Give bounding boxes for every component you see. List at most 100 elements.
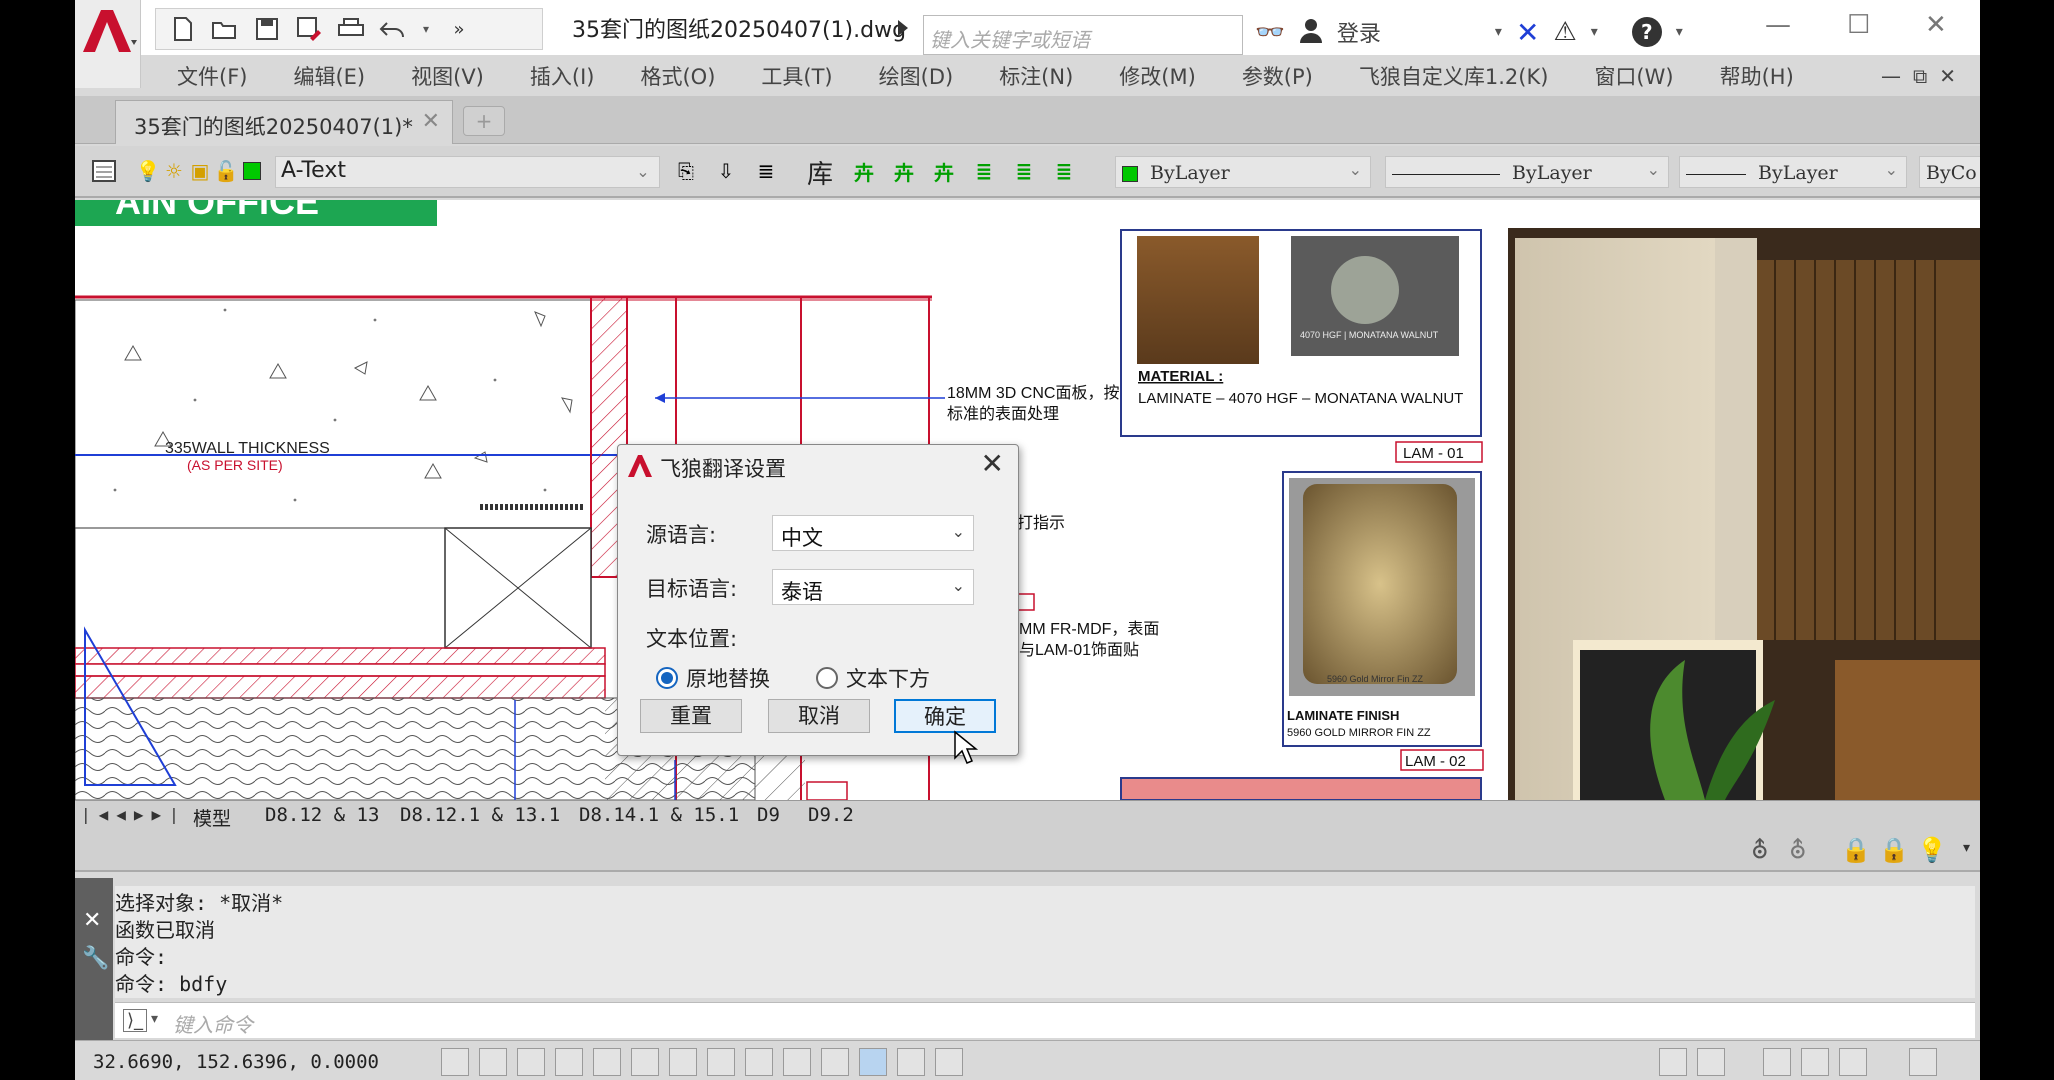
layer-previous-icon[interactable]: ≣ <box>753 158 779 184</box>
clean-screen-icon[interactable] <box>1909 1048 1937 1076</box>
ok-button[interactable]: 确定 <box>894 699 996 733</box>
save-icon[interactable] <box>252 14 282 44</box>
document-tab[interactable]: 35套门的图纸20250407(1)* ✕ <box>115 100 453 144</box>
object-snap-tracking-icon[interactable] <box>707 1048 735 1076</box>
app-menu-button[interactable] <box>75 0 141 88</box>
search-input[interactable]: 键入关键字或短语 <box>923 15 1243 55</box>
layout-tab-d9[interactable]: D9 <box>757 804 780 826</box>
customize-wrench-icon[interactable]: 🔧 <box>82 946 109 971</box>
object-snap-icon[interactable] <box>631 1048 659 1076</box>
binoculars-icon[interactable]: 👓 <box>1255 18 1285 46</box>
layout-tab-d8-12[interactable]: D8.12 & 13 <box>265 804 379 826</box>
minimize-icon[interactable]: — <box>1765 10 1791 40</box>
source-language-select[interactable]: 中文 ⌄ <box>772 515 974 551</box>
layout-tab-d8-12-1[interactable]: D8.12.1 & 13.1 <box>400 804 560 826</box>
text-tool-6-icon[interactable]: ≣ <box>1051 158 1077 184</box>
hardware-accel-bulb-icon[interactable]: 💡 <box>1917 836 1947 864</box>
help-icon[interactable]: ? <box>1631 17 1662 47</box>
drawing-canvas[interactable]: AIN OFFICE 335WALL THICKNESS (AS PER SIT… <box>75 200 1980 800</box>
undo-dropdown-icon[interactable]: ▾ <box>420 14 432 44</box>
menu-insert[interactable]: 插入(I) <box>530 61 595 91</box>
more-tools-icon[interactable]: » <box>444 14 474 44</box>
menu-window[interactable]: 窗口(W) <box>1594 61 1673 91</box>
layer-viewport-freeze-icon[interactable]: ▣ <box>187 158 213 184</box>
print-icon[interactable] <box>336 14 366 44</box>
menu-modify[interactable]: 修改(M) <box>1119 61 1196 91</box>
command-prompt-icon[interactable]: ⟩_ <box>123 1009 148 1032</box>
help-dropdown-icon[interactable]: ▾ <box>1676 24 1683 40</box>
new-file-icon[interactable] <box>168 14 198 44</box>
menu-help[interactable]: 帮助(H) <box>1720 61 1794 91</box>
a360-dropdown-icon[interactable]: ▾ <box>1591 24 1598 40</box>
open-file-icon[interactable] <box>210 14 240 44</box>
annotation-visibility-icon[interactable]: ⛢ <box>1751 836 1769 864</box>
dynamic-ucs-icon[interactable] <box>745 1048 773 1076</box>
new-tab-button[interactable]: + <box>463 106 505 136</box>
status-menu-icon[interactable]: ▾ <box>1963 840 1970 856</box>
close-command-icon[interactable]: ✕ <box>83 908 101 933</box>
ortho-mode-icon[interactable] <box>555 1048 583 1076</box>
menu-parametric[interactable]: 参数(P) <box>1242 61 1313 91</box>
command-input[interactable]: ⟩_ ▾ 键入命令 <box>115 1002 1975 1038</box>
lineweight-dropdown[interactable]: ByLayer ⌄ <box>1679 156 1907 188</box>
text-tool-3-icon[interactable]: 卉 <box>931 158 957 185</box>
menu-view[interactable]: 视图(V) <box>411 61 484 91</box>
quick-properties-icon[interactable] <box>897 1048 925 1076</box>
make-current-layer-icon[interactable]: ⎘ <box>673 158 699 184</box>
text-tool-1-icon[interactable]: 卉 <box>851 158 877 185</box>
radio-replace-in-place[interactable]: 原地替换 <box>656 663 770 693</box>
layer-on-bulb-icon[interactable]: 💡 <box>135 158 161 184</box>
menu-draw[interactable]: 绘图(D) <box>879 61 954 91</box>
reset-button[interactable]: 重置 <box>640 699 742 733</box>
save-as-icon[interactable] <box>294 14 324 44</box>
grid-snap-icon[interactable] <box>479 1048 507 1076</box>
layout-tab-model[interactable]: 模型 <box>193 804 231 831</box>
search-expand-icon[interactable] <box>898 20 908 36</box>
linetype-dropdown[interactable]: ByLayer ⌄ <box>1385 156 1669 188</box>
login-link[interactable]: 登录 <box>1337 16 1381 48</box>
3d-object-snap-icon[interactable] <box>669 1048 697 1076</box>
menu-tools[interactable]: 工具(T) <box>761 61 832 91</box>
menu-feilang-library[interactable]: 飞狼自定义库1.2(K) <box>1359 61 1549 91</box>
selection-cycling-icon[interactable] <box>935 1048 963 1076</box>
color-dropdown[interactable]: ByLayer ⌄ <box>1115 156 1371 188</box>
radio-below-text[interactable]: 文本下方 <box>816 663 930 693</box>
text-tool-4-icon[interactable]: ≣ <box>971 158 997 184</box>
layer-properties-icon[interactable] <box>91 158 117 184</box>
command-window-grip[interactable]: ✕ 🔧 <box>75 878 113 1040</box>
toolbar-lock-icon[interactable] <box>1801 1048 1829 1076</box>
library-button[interactable]: 库 <box>807 154 833 191</box>
viewport-lock-icon[interactable]: 🔒 <box>1841 836 1871 864</box>
layout-tab-d8-14-1[interactable]: D8.14.1 & 15.1 <box>579 804 739 826</box>
transparency-icon[interactable] <box>859 1048 887 1076</box>
layer-unlock-icon[interactable]: 🔓 <box>213 158 239 184</box>
plotstyle-dropdown[interactable]: ByCo <box>1919 156 1980 188</box>
document-window-controls[interactable]: —⧉✕ <box>1881 64 1968 88</box>
exchange-x-icon[interactable]: ✕ <box>1516 16 1539 49</box>
user-icon[interactable] <box>1299 17 1323 47</box>
polar-tracking-icon[interactable] <box>593 1048 621 1076</box>
dynamic-input-icon[interactable] <box>783 1048 811 1076</box>
undo-icon[interactable] <box>378 14 408 44</box>
text-tool-2-icon[interactable]: 卉 <box>891 158 917 185</box>
snap-mode-icon[interactable] <box>441 1048 469 1076</box>
command-recent-dropdown-icon[interactable]: ▾ <box>151 1011 158 1027</box>
model-space-icon[interactable] <box>1659 1048 1687 1076</box>
close-tab-icon[interactable]: ✕ <box>422 109 440 134</box>
maximize-icon[interactable]: ☐ <box>1847 10 1870 40</box>
workspace-gear-icon[interactable] <box>1763 1048 1791 1076</box>
close-window-icon[interactable]: ✕ <box>1925 10 1947 40</box>
menu-format[interactable]: 格式(O) <box>640 61 715 91</box>
target-language-select[interactable]: 泰语 ⌄ <box>772 569 974 605</box>
menu-edit[interactable]: 编辑(E) <box>293 61 365 91</box>
layer-match-icon[interactable]: ⇩ <box>713 158 739 184</box>
login-dropdown-icon[interactable]: ▾ <box>1495 24 1502 40</box>
hardware-accel-icon[interactable] <box>1839 1048 1867 1076</box>
layout-tab-d9-2[interactable]: D9.2 <box>808 804 854 826</box>
layout-quick-view-icon[interactable] <box>1697 1048 1725 1076</box>
lineweight-display-icon[interactable] <box>821 1048 849 1076</box>
menu-dimension[interactable]: 标注(N) <box>999 61 1073 91</box>
isolate-objects-icon[interactable]: 🔒 <box>1879 836 1909 864</box>
cancel-button[interactable]: 取消 <box>768 699 870 733</box>
layout-nav-arrows[interactable]: |◀◀▶▶| <box>81 805 187 824</box>
